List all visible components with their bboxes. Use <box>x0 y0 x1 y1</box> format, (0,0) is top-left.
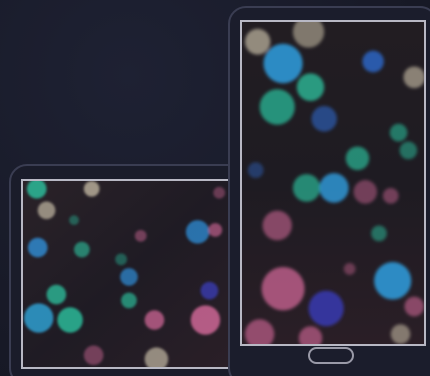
tablet-bokeh-image <box>23 181 229 367</box>
phone-screen <box>240 20 426 346</box>
phone-bokeh-image <box>242 22 424 344</box>
device-showcase <box>0 0 430 376</box>
phone-device <box>228 6 430 376</box>
home-button <box>308 347 354 364</box>
tablet-screen <box>21 179 231 369</box>
tablet-device <box>9 164 249 376</box>
